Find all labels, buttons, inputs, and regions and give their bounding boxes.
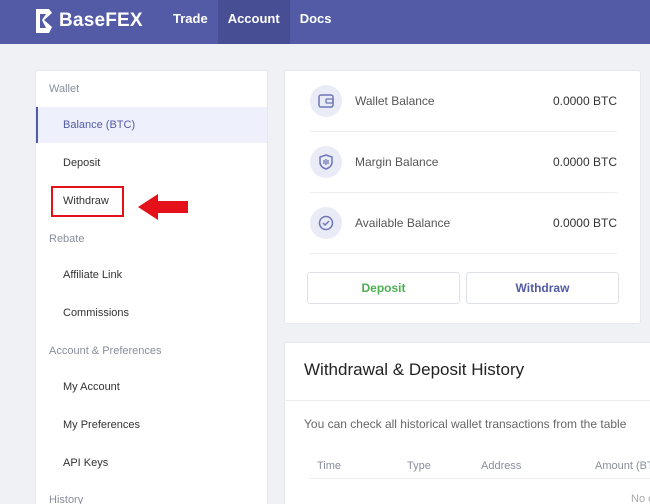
nav-docs[interactable]: Docs — [290, 0, 342, 44]
nav-trade[interactable]: Trade — [163, 0, 218, 44]
balance-card: Wallet Balance 0.0000 BTC Margin Balance… — [284, 70, 641, 324]
basefex-logo-icon — [36, 9, 52, 33]
logo[interactable]: BaseFEX — [35, 8, 143, 34]
margin-balance-row: Margin Balance 0.0000 BTC — [310, 132, 617, 193]
sidebar-group-account-preferences: Account & Preferences — [49, 345, 162, 357]
main-nav: Trade Account Docs — [163, 0, 341, 44]
balance-actions: Deposit Withdraw — [307, 272, 619, 304]
wallet-balance-label: Wallet Balance — [355, 94, 435, 108]
wallet-balance-value: 0.0000 BTC — [552, 94, 617, 108]
sidebar-item-commissions[interactable]: Commissions — [36, 295, 267, 331]
history-empty-message: No c — [631, 493, 650, 504]
history-divider — [285, 400, 650, 401]
available-balance-value: 0.0000 BTC — [552, 216, 617, 230]
sidebar-item-api-keys[interactable]: API Keys — [36, 445, 267, 481]
available-balance-row: Available Balance 0.0000 BTC — [310, 193, 617, 254]
wallet-balance-row: Wallet Balance 0.0000 BTC — [310, 71, 617, 132]
red-arrow-icon — [138, 194, 188, 220]
account-sidebar: Wallet Balance (BTC) Deposit Withdraw Re… — [35, 70, 268, 504]
column-amount[interactable]: Amount (BT — [595, 460, 650, 472]
sidebar-group-history: History — [49, 494, 84, 504]
wallet-icon — [310, 85, 342, 117]
deposit-button[interactable]: Deposit — [307, 272, 460, 304]
sidebar-item-affiliate-link[interactable]: Affiliate Link — [36, 257, 267, 293]
history-table-header: Time Type Address Amount (BT — [309, 451, 650, 479]
column-time[interactable]: Time — [317, 460, 341, 472]
sidebar-item-my-preferences[interactable]: My Preferences — [36, 407, 267, 443]
column-address[interactable]: Address — [481, 460, 521, 472]
sidebar-item-balance[interactable]: Balance (BTC) — [36, 107, 267, 143]
history-description: You can check all historical wallet tran… — [304, 417, 627, 431]
available-balance-label: Available Balance — [355, 216, 451, 230]
margin-balance-value: 0.0000 BTC — [552, 155, 617, 169]
withdraw-button[interactable]: Withdraw — [466, 272, 619, 304]
column-type[interactable]: Type — [407, 460, 431, 472]
brand-name: BaseFEX — [59, 10, 143, 31]
sidebar-item-my-account[interactable]: My Account — [36, 369, 267, 405]
history-title: Withdrawal & Deposit History — [304, 360, 525, 379]
shield-icon — [310, 146, 342, 178]
nav-account[interactable]: Account — [217, 0, 290, 44]
margin-balance-label: Margin Balance — [355, 155, 439, 169]
top-navbar: BaseFEX Trade Account Docs — [0, 0, 650, 44]
sidebar-group-wallet: Wallet — [49, 83, 80, 95]
sidebar-group-rebate: Rebate — [49, 233, 85, 245]
sidebar-item-deposit[interactable]: Deposit — [36, 145, 267, 181]
history-card: Withdrawal & Deposit History You can che… — [284, 342, 650, 504]
check-circle-icon — [310, 207, 342, 239]
